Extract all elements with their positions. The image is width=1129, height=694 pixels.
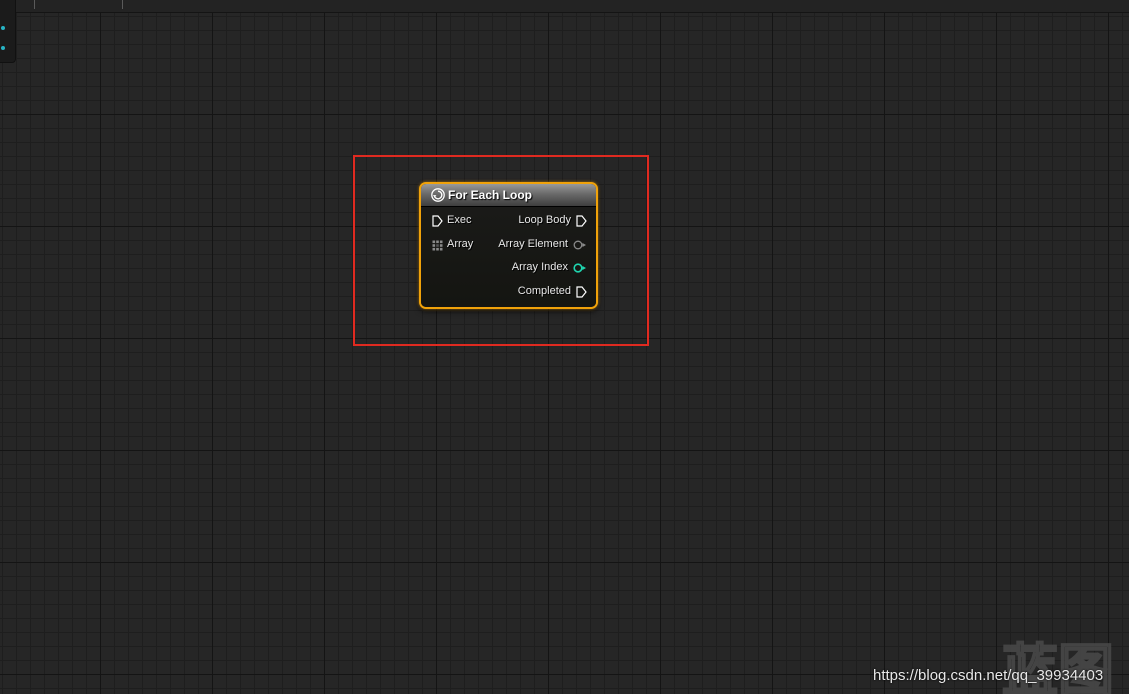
exec-pin-icon[interactable] xyxy=(576,286,587,298)
output-pin-label: Loop Body xyxy=(518,214,571,226)
loop-icon xyxy=(431,188,445,202)
output-pin-array-element[interactable]: Array Element xyxy=(467,237,587,253)
connection-pin-icon xyxy=(1,26,5,30)
node-title: For Each Loop xyxy=(448,188,532,202)
editor-top-bar xyxy=(0,0,1129,13)
integer-pin-icon[interactable] xyxy=(573,263,587,273)
output-pin-array-index[interactable]: Array Index xyxy=(467,260,587,276)
blueprint-watermark-logo: 蓝图 xyxy=(1001,638,1115,694)
output-pin-label: Array Index xyxy=(511,261,568,273)
tab-separator xyxy=(34,0,35,9)
exec-pin-icon[interactable] xyxy=(576,215,587,227)
for-each-loop-node[interactable]: For Each Loop Exec Array Loop Body Array… xyxy=(419,182,598,309)
tab-separator xyxy=(122,0,123,9)
watermark-url: https://blog.csdn.net/qq_39934403 xyxy=(873,667,1104,684)
output-pin-completed[interactable]: Completed xyxy=(467,284,587,300)
output-pin-label: Completed xyxy=(517,285,571,297)
output-pin-loop-body[interactable]: Loop Body xyxy=(467,213,587,229)
array-pin-icon[interactable] xyxy=(432,240,443,251)
wildcard-pin-icon[interactable] xyxy=(573,240,587,250)
output-pin-label: Array Element xyxy=(498,238,568,250)
connection-pin-icon xyxy=(1,46,5,50)
node-header[interactable]: For Each Loop xyxy=(421,184,596,207)
node-body: Exec Array Loop Body Array Element Array… xyxy=(421,207,596,307)
side-panel-edge[interactable] xyxy=(0,0,16,63)
exec-pin-icon[interactable] xyxy=(432,215,443,227)
